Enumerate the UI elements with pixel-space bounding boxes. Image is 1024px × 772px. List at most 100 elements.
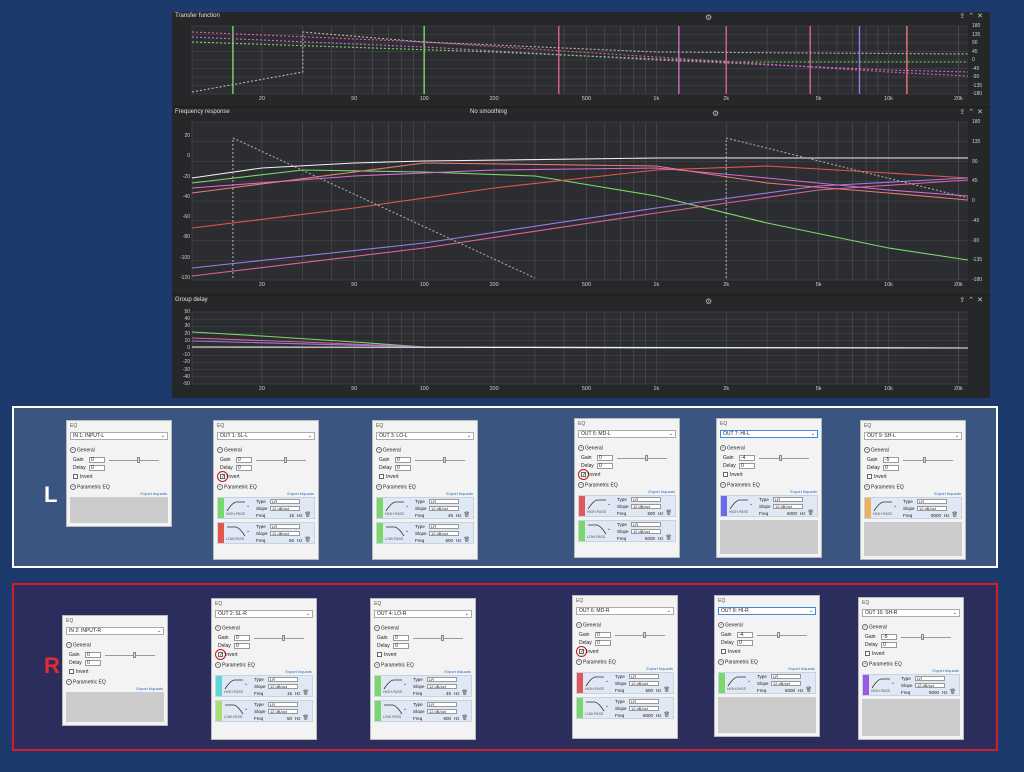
slope-select[interactable]: 12 dB/oct xyxy=(917,506,947,511)
gain-slider-track[interactable] xyxy=(757,635,807,636)
delay-input[interactable]: 0 xyxy=(395,465,411,471)
slope-select[interactable]: 12 dB/oct xyxy=(629,681,659,686)
slope-select[interactable]: 12 dB/oct xyxy=(268,709,298,714)
gain-slider-track[interactable] xyxy=(615,635,665,636)
chevron-down-icon[interactable]: ⌄ xyxy=(405,528,409,534)
type-select[interactable]: LR xyxy=(427,702,457,707)
channel-select[interactable]: OUT 1: SL-L ⌄ xyxy=(217,432,315,440)
high-pass-filter[interactable]: HIGH-PASS ⌄ Type LR Slope 12 dB/oct Freq 6000 Hz… xyxy=(720,495,818,517)
slope-select[interactable]: 12 dB/oct xyxy=(429,506,459,511)
parametric-eq-header[interactable]: ⌃ Parametric EQ xyxy=(70,484,110,490)
export-icon[interactable]: ⇪ xyxy=(959,109,968,116)
delete-icon[interactable]: 🗑 xyxy=(950,689,956,695)
delete-icon[interactable]: 🗑 xyxy=(464,537,470,543)
parametric-eq-header[interactable]: ⌃ Parametric EQ xyxy=(862,661,902,667)
gain-input[interactable]: 0 xyxy=(595,632,611,638)
gain-slider-track[interactable] xyxy=(105,655,155,656)
general-section-header[interactable]: ⌃ General xyxy=(217,447,242,453)
gain-input[interactable]: -4 xyxy=(737,632,753,638)
gain-input[interactable]: 0 xyxy=(85,652,101,658)
type-select[interactable]: LR xyxy=(270,499,300,504)
chevron-down-icon[interactable]: ⌄ xyxy=(405,503,409,509)
freq-value[interactable]: 9000 xyxy=(915,690,939,695)
freq-value[interactable]: 15 xyxy=(270,513,294,518)
parametric-eq-header[interactable]: ⌃ Parametric EQ xyxy=(864,484,904,490)
freq-value[interactable]: 6000 xyxy=(629,713,653,718)
delay-input[interactable]: 0 xyxy=(234,643,250,649)
chevron-down-icon[interactable]: ⌄ xyxy=(403,706,407,712)
channel-select[interactable]: OUT 2: SL-R ⌄ xyxy=(215,610,313,618)
export-biquads-link[interactable]: Export biquads xyxy=(646,666,673,671)
gain-slider-thumb[interactable] xyxy=(282,635,285,641)
delay-input[interactable]: 0 xyxy=(393,643,409,649)
freq-value[interactable]: 6000 xyxy=(631,536,655,541)
gain-input[interactable]: 0 xyxy=(597,455,613,461)
gain-slider-track[interactable] xyxy=(256,460,306,461)
gain-slider-track[interactable] xyxy=(903,460,953,461)
export-biquads-link[interactable]: Export biquads xyxy=(140,491,167,496)
parametric-eq-header[interactable]: ⌃ Parametric EQ xyxy=(66,679,106,685)
chevron-down-icon[interactable]: ⌄ xyxy=(891,680,895,686)
freq-value[interactable]: 600 xyxy=(427,716,451,721)
delete-icon[interactable]: 🗑 xyxy=(806,687,812,693)
gain-slider-thumb[interactable] xyxy=(645,455,648,461)
delete-icon[interactable]: 🗑 xyxy=(952,512,958,518)
delete-icon[interactable]: 🗑 xyxy=(664,712,670,718)
invert-checkbox[interactable] xyxy=(865,651,870,656)
channel-select[interactable]: OUT 5: MD-L ⌄ xyxy=(578,430,676,438)
freq-value[interactable]: 6000 xyxy=(773,511,797,516)
high-pass-filter[interactable]: HIGH-PASS ⌄ Type LR Slope 12 dB/oct Freq 6000 Hz… xyxy=(718,672,816,694)
chevron-down-icon[interactable]: ⌄ xyxy=(244,706,248,712)
type-select[interactable]: LR xyxy=(915,676,945,681)
export-biquads-link[interactable]: Export biquads xyxy=(287,491,314,496)
gain-slider-thumb[interactable] xyxy=(133,652,136,658)
chevron-down-icon[interactable]: ⌄ xyxy=(605,678,609,684)
export-biquads-link[interactable]: Export biquads xyxy=(444,669,471,674)
gain-slider-thumb[interactable] xyxy=(777,632,780,638)
general-section-header[interactable]: ⌃ General xyxy=(70,447,95,453)
gain-slider-thumb[interactable] xyxy=(137,457,140,463)
freq-value[interactable]: 600 xyxy=(429,538,453,543)
low-pass-filter[interactable]: LOW-PASS ⌄ Type LR Slope 12 dB/oct Freq 50 Hz 🗑 xyxy=(217,522,315,544)
chevron-down-icon[interactable]: ⌄ xyxy=(747,678,751,684)
general-section-header[interactable]: ⌃ General xyxy=(215,625,240,631)
chevron-down-icon[interactable]: ⌄ xyxy=(607,501,611,507)
slope-select[interactable]: 12 dB/oct xyxy=(270,531,300,536)
export-icon[interactable]: ⇪ xyxy=(959,13,968,20)
close-icon[interactable]: ✕ xyxy=(977,13,986,20)
chevron-down-icon[interactable]: ⌄ xyxy=(605,703,609,709)
delete-icon[interactable]: 🗑 xyxy=(462,690,468,696)
slope-select[interactable]: 12 dB/oct xyxy=(427,709,457,714)
gain-slider-thumb[interactable] xyxy=(441,635,444,641)
type-select[interactable]: LR xyxy=(429,499,459,504)
gain-slider-track[interactable] xyxy=(415,460,465,461)
slope-select[interactable]: 12 dB/oct xyxy=(629,706,659,711)
gain-input[interactable]: -5 xyxy=(881,634,897,640)
delete-icon[interactable]: 🗑 xyxy=(666,535,672,541)
high-pass-filter[interactable]: HIGH-PASS ⌄ Type LR Slope 12 dB/oct Freq 600 Hz 🗑 xyxy=(576,672,674,694)
slope-select[interactable]: 12 dB/oct xyxy=(773,504,803,509)
freq-value[interactable]: 9000 xyxy=(917,513,941,518)
delay-input[interactable]: 0 xyxy=(739,463,755,469)
delay-input[interactable]: 0 xyxy=(236,465,252,471)
chevron-down-icon[interactable]: ⌄ xyxy=(607,526,611,532)
channel-select[interactable]: OUT 3: LO-L ⌄ xyxy=(376,432,474,440)
gain-input[interactable]: 0 xyxy=(395,457,411,463)
delete-icon[interactable]: 🗑 xyxy=(303,690,309,696)
delete-icon[interactable]: 🗑 xyxy=(664,687,670,693)
general-section-header[interactable]: ⌃ General xyxy=(862,624,887,630)
delete-icon[interactable]: 🗑 xyxy=(303,715,309,721)
gear-icon[interactable]: ⚙ xyxy=(712,109,719,118)
general-section-header[interactable]: ⌃ General xyxy=(718,622,743,628)
parametric-eq-header[interactable]: ⌃ Parametric EQ xyxy=(376,484,416,490)
general-section-header[interactable]: ⌃ General xyxy=(578,445,603,451)
chevron-down-icon[interactable]: ⌄ xyxy=(749,501,753,507)
gain-slider-track[interactable] xyxy=(901,637,951,638)
invert-checkbox[interactable] xyxy=(723,472,728,477)
slope-select[interactable]: 12 dB/oct xyxy=(915,683,945,688)
export-biquads-link[interactable]: Export biquads xyxy=(934,491,961,496)
chevron-down-icon[interactable]: ⌄ xyxy=(244,681,248,687)
gain-input[interactable]: -4 xyxy=(739,455,755,461)
channel-select[interactable]: OUT 6: MD-R ⌄ xyxy=(576,607,674,615)
channel-select[interactable]: OUT 8: HI-R ⌄ xyxy=(718,607,816,615)
